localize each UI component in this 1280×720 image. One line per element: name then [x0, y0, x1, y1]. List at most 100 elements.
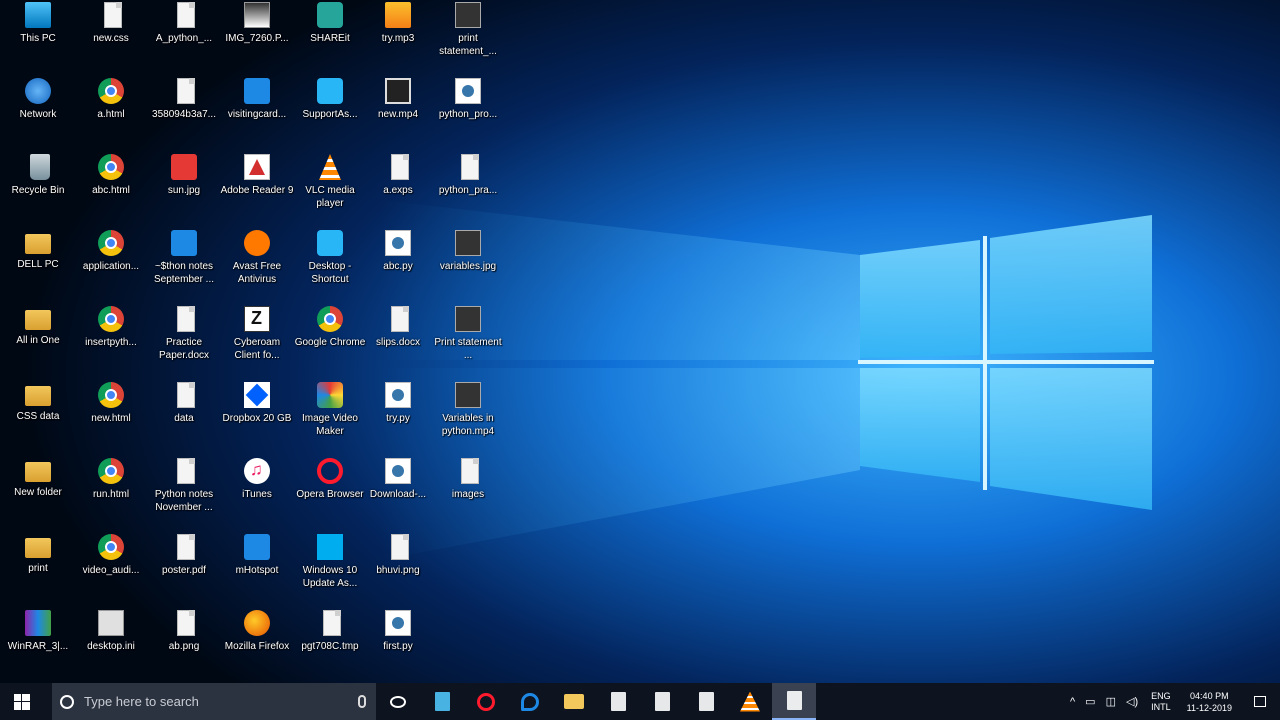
desktop-icon[interactable]: Variables in python.mp4 — [430, 380, 506, 452]
desktop-icon[interactable]: VLC media player — [292, 152, 368, 224]
desktop-icon[interactable]: images — [430, 456, 506, 528]
desktop-icon[interactable]: data — [146, 380, 222, 452]
desktop-icon-label: data — [174, 413, 194, 424]
desktop-icon[interactable]: a.exps — [360, 152, 436, 224]
document-icon — [654, 692, 670, 711]
desktop-icon[interactable]: New folder — [0, 456, 76, 528]
taskbar-pin-opera[interactable] — [464, 683, 508, 720]
taskbar-pin-paint[interactable] — [772, 683, 816, 720]
desktop-icon-label: SupportAs... — [302, 109, 358, 120]
desktop-icon[interactable]: first.py — [360, 608, 436, 680]
vlc-icon — [740, 691, 760, 712]
desktop-icon[interactable]: 358094b3a7... — [146, 76, 222, 148]
taskbar-pin-edge[interactable] — [508, 683, 552, 720]
desktop-icon[interactable]: poster.pdf — [146, 532, 222, 604]
desktop-icon[interactable]: Desktop - Shortcut — [292, 228, 368, 300]
search-input[interactable] — [82, 693, 358, 710]
desktop-icon[interactable]: Network — [0, 76, 76, 148]
desktop-icon[interactable]: Dropbox 20 GB — [219, 380, 295, 452]
desktop-icon[interactable]: This PC — [0, 0, 76, 72]
desktop-icon[interactable]: insertpyth... — [73, 304, 149, 376]
taskbar-pin-store-bag[interactable] — [596, 683, 640, 720]
desktop-icon[interactable]: new.mp4 — [360, 76, 436, 148]
desktop-icon[interactable]: variables.jpg — [430, 228, 506, 300]
desktop-icon[interactable]: All in One — [0, 304, 76, 376]
taskbar-pin-task-view[interactable] — [376, 683, 420, 720]
desktop-icon[interactable]: Mozilla Firefox — [219, 608, 295, 680]
taskbar-pin-file-explorer[interactable] — [552, 683, 596, 720]
desktop-icon[interactable]: Windows 10 Update As... — [292, 532, 368, 604]
winrar-icon — [25, 610, 51, 636]
taskbar-pin-document[interactable] — [640, 683, 684, 720]
network-tray-icon[interactable]: ◫ — [1101, 695, 1121, 708]
taskbar-pin-vlc[interactable] — [728, 683, 772, 720]
document-icon — [391, 154, 409, 180]
desktop-icon[interactable]: ~$thon notes September ... — [146, 228, 222, 300]
desktop-icon[interactable]: python_pra... — [430, 152, 506, 224]
desktop-icon[interactable]: CSS data — [0, 380, 76, 452]
desktop-icon[interactable]: Download-... — [360, 456, 436, 528]
notepad-icon — [698, 692, 714, 711]
desktop-icon[interactable]: Avast Free Antivirus — [219, 228, 295, 300]
chrome-icon — [98, 154, 124, 180]
desktop-icon-label: ab.png — [168, 641, 200, 652]
action-center-button[interactable] — [1240, 683, 1280, 720]
folder-icon — [25, 462, 51, 482]
desktop-icon[interactable]: Practice Paper.docx — [146, 304, 222, 376]
desktop-icon[interactable]: visitingcard... — [219, 76, 295, 148]
desktop-icon[interactable]: Image Video Maker — [292, 380, 368, 452]
desktop-icon[interactable]: Google Chrome — [292, 304, 368, 376]
desktop-icon[interactable]: abc.py — [360, 228, 436, 300]
desktop-icon[interactable]: SupportAs... — [292, 76, 368, 148]
desktop-icon[interactable]: sun.jpg — [146, 152, 222, 224]
desktop-icon-label: This PC — [20, 33, 56, 44]
image-video-maker-icon — [317, 382, 343, 408]
desktop-icon[interactable]: SHAREit — [292, 0, 368, 72]
desktop-icon[interactable]: Python notes November ... — [146, 456, 222, 528]
desktop-icon[interactable]: video_audi... — [73, 532, 149, 604]
hotspot-icon — [244, 534, 270, 560]
desktop-icon[interactable]: mHotspot — [219, 532, 295, 604]
taskbar-pin-store-app[interactable] — [420, 683, 464, 720]
desktop-icon[interactable]: Opera Browser — [292, 456, 368, 528]
desktop-icon[interactable]: WinRAR_3|... — [0, 608, 76, 680]
desktop-icon[interactable]: new.html — [73, 380, 149, 452]
desktop-icon[interactable]: Recycle Bin — [0, 152, 76, 224]
desktop-icon[interactable]: pgt708C.tmp — [292, 608, 368, 680]
clock[interactable]: 04:40 PM 11-12-2019 — [1179, 690, 1240, 714]
desktop-icon[interactable]: Adobe Reader 9 — [219, 152, 295, 224]
desktop-icon[interactable]: print — [0, 532, 76, 604]
desktop-icon[interactable]: run.html — [73, 456, 149, 528]
desktop-icon[interactable]: new.css — [73, 0, 149, 72]
desktop-icon[interactable]: bhuvi.png — [360, 532, 436, 604]
image-icon — [171, 154, 197, 180]
desktop-icon[interactable]: ab.png — [146, 608, 222, 680]
desktop-icon[interactable]: abc.html — [73, 152, 149, 224]
desktop-icon[interactable]: iTunes — [219, 456, 295, 528]
desktop-icon[interactable]: try.py — [360, 380, 436, 452]
language-indicator[interactable]: ENG INTL — [1143, 691, 1179, 713]
battery-icon[interactable]: ▭ — [1080, 695, 1100, 708]
desktop-icon[interactable]: slips.docx — [360, 304, 436, 376]
microphone-icon[interactable] — [358, 695, 366, 708]
taskbar-pin-notepad[interactable] — [684, 683, 728, 720]
start-button[interactable] — [0, 683, 44, 720]
desktop-icon[interactable]: print statement_... — [430, 0, 506, 72]
desktop-icon[interactable]: Print statement ... — [430, 304, 506, 376]
desktop-icon[interactable]: application... — [73, 228, 149, 300]
desktop-icon[interactable]: Cyberoam Client fo... — [219, 304, 295, 376]
desktop-icon[interactable]: try.mp3 — [360, 0, 436, 72]
desktop-icon[interactable]: IMG_7260.P... — [219, 0, 295, 72]
show-hidden-icons-chevron[interactable]: ^ — [1065, 696, 1080, 708]
desktop-icon[interactable]: python_pro... — [430, 76, 506, 148]
desktop-icon[interactable]: a.html — [73, 76, 149, 148]
desktop-icon[interactable]: DELL PC — [0, 228, 76, 300]
python-file-icon — [385, 382, 411, 408]
desktop-icon[interactable]: desktop.ini — [73, 608, 149, 680]
volume-icon[interactable]: ◁) — [1121, 695, 1143, 708]
desktop-icon[interactable]: A_python_... — [146, 0, 222, 72]
dropbox-icon — [244, 382, 270, 408]
search-box[interactable] — [52, 683, 376, 720]
desktop-icon-label: a.html — [97, 109, 125, 120]
desktop-icon-label: bhuvi.png — [376, 565, 420, 576]
